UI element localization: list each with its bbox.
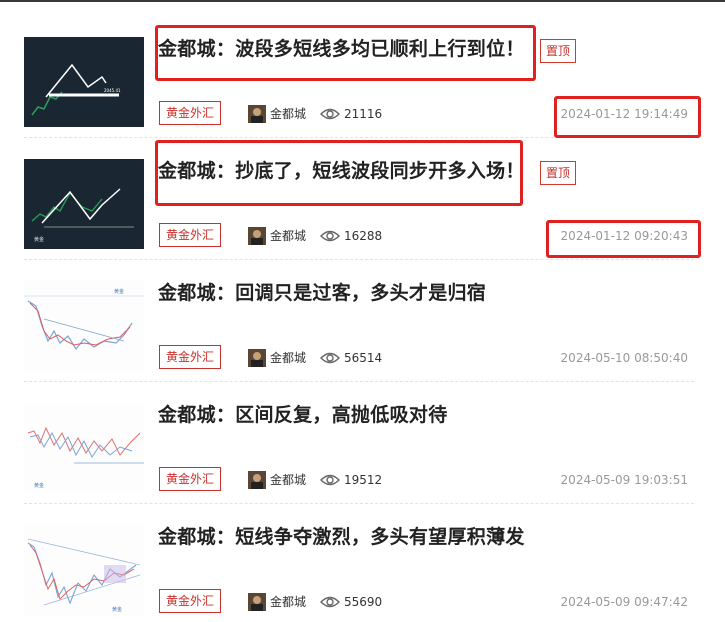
publish-date: 2024-05-09 19:03:51 [560,473,688,487]
author-avatar[interactable] [248,349,266,367]
title-highlight-box [155,25,536,81]
eye-icon [320,594,340,614]
author-avatar[interactable] [248,471,266,489]
svg-text:2045.41: 2045.41 [104,88,121,93]
date-highlight-box [554,96,701,138]
author-avatar[interactable] [248,227,266,245]
author-avatar[interactable] [248,105,266,123]
author-name[interactable]: 金都城 [270,471,306,489]
article-thumbnail[interactable]: 黄金 [24,159,144,249]
author-name[interactable]: 金都城 [270,105,306,123]
author-avatar[interactable] [248,593,266,611]
view-count: 19512 [344,473,383,487]
article-item[interactable]: 黄金 金都城：回调只是过客，多头才是归宿 黄金外汇 金都城 56514 2024… [24,244,694,382]
author-name[interactable]: 金都城 [270,593,306,611]
view-count: 55690 [344,595,383,609]
publish-date: 2024-05-10 08:50:40 [560,351,688,365]
svg-text:黄金: 黄金 [112,606,122,613]
article-item[interactable]: 黄金 金都城：短线争夺激烈，多头有望厚积薄发 黄金外汇 金都城 55690 20… [24,488,694,615]
article-title[interactable]: 金都城：回调只是过客，多头才是归宿 [158,278,486,305]
author-name[interactable]: 金都城 [270,227,306,245]
view-count: 56514 [344,351,383,365]
article-item[interactable]: 黄金 金都城：区间反复，高抛低吸对待 黄金外汇 金都城 19512 2024-0… [24,366,694,504]
article-title[interactable]: 金都城：区间反复，高抛低吸对待 [158,400,448,427]
view-count: 16288 [344,229,383,243]
author-name[interactable]: 金都城 [270,349,306,367]
article-thumbnail[interactable]: 黄金 [24,403,144,493]
article-title[interactable]: 金都城：短线争夺激烈，多头有望厚积薄发 [158,522,525,549]
article-thumbnail[interactable]: 2045.41 [24,37,144,127]
svg-text:黄金: 黄金 [34,236,44,243]
pinned-badge: 置顶 [540,39,577,63]
pinned-badge: 置顶 [540,161,577,185]
title-highlight-box [155,140,523,206]
article-thumbnail[interactable]: 黄金 [24,281,144,371]
date-highlight-box [546,220,701,258]
category-tag[interactable]: 黄金外汇 [159,589,222,613]
article-thumbnail[interactable]: 黄金 [24,525,144,615]
svg-text:黄金: 黄金 [114,288,124,295]
publish-date: 2024-05-09 09:47:42 [560,595,688,609]
view-count: 21116 [344,107,383,121]
